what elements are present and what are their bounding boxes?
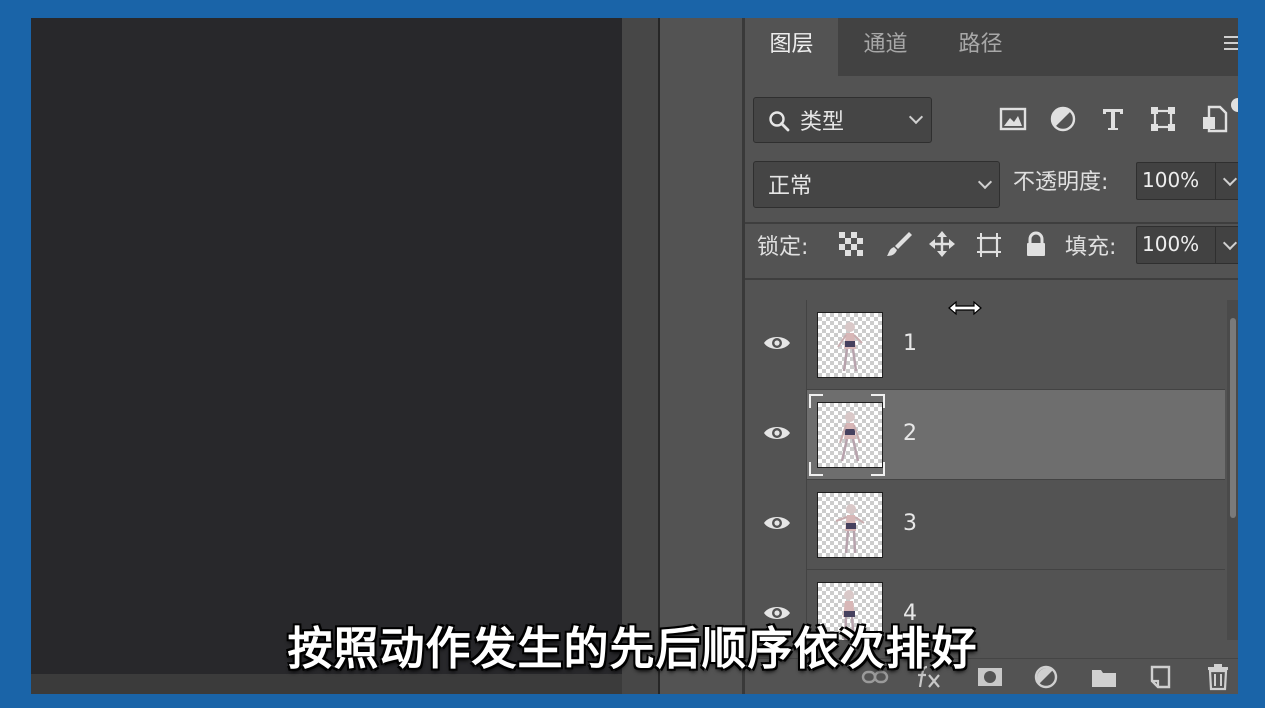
eye-icon	[764, 427, 790, 439]
canvas-pasteboard	[622, 18, 658, 694]
resize-cursor-icon	[948, 300, 982, 316]
lock-position-icon[interactable]	[928, 230, 956, 258]
chevron-down-icon	[908, 109, 924, 125]
layer-row[interactable]: 3	[745, 480, 1225, 570]
layer-thumbnail	[817, 492, 883, 558]
video-subtitle: 按照动作发生的先后顺序依次排好	[287, 622, 978, 675]
fill-field[interactable]: 100%	[1136, 226, 1238, 264]
opacity-label: 不透明度:	[1013, 170, 1109, 195]
panel-tabs: 图层 通道 路径	[745, 18, 1238, 76]
layer-name: 2	[903, 421, 917, 446]
selection-corner	[809, 394, 823, 408]
layer-filter-select[interactable]: 类型	[753, 97, 932, 143]
layer-visibility-toggle[interactable]	[745, 480, 807, 570]
tab-channels[interactable]: 通道	[838, 18, 933, 76]
fill-label: 填充:	[1065, 235, 1117, 260]
eye-icon	[764, 517, 790, 529]
selection-corner	[871, 394, 885, 408]
image-filter-icon[interactable]	[998, 104, 1028, 134]
divider	[745, 222, 1238, 224]
layers-list: 1 2 3 4	[745, 280, 1225, 640]
layer-visibility-toggle[interactable]	[745, 390, 807, 480]
chevron-down-icon[interactable]	[1222, 235, 1238, 251]
layers-panel: 图层 通道 路径 类型 正常 不透明度: 100% 锁定: 填充: 100% 1…	[745, 18, 1238, 694]
filter-toggle-icon[interactable]	[1231, 96, 1238, 126]
layer-row[interactable]: 1	[745, 300, 1225, 390]
blend-mode-select[interactable]: 正常	[753, 161, 1000, 208]
collapsed-panel-dock	[660, 18, 742, 694]
layer-thumbnail	[817, 402, 883, 468]
tab-layers[interactable]: 图层	[745, 18, 838, 76]
layer-body[interactable]: 3	[807, 480, 1225, 570]
type-filter-icon[interactable]	[1098, 104, 1128, 134]
lock-all-icon[interactable]	[1022, 230, 1050, 258]
layer-body[interactable]: 1	[807, 300, 1225, 390]
layer-row-selected[interactable]: 2	[745, 390, 1225, 480]
layer-thumbnail	[817, 312, 883, 378]
lock-transparent-pixels-icon[interactable]	[837, 230, 865, 258]
eye-icon	[764, 337, 790, 349]
lock-artboard-icon[interactable]	[975, 230, 1003, 258]
search-icon	[769, 111, 790, 132]
tab-paths[interactable]: 路径	[933, 18, 1028, 76]
canvas-status-bar	[31, 674, 622, 694]
layer-body[interactable]: 2	[807, 390, 1225, 480]
chevron-down-icon	[977, 174, 993, 190]
smart-object-filter-icon[interactable]	[1200, 104, 1230, 134]
adjustment-filter-icon[interactable]	[1048, 104, 1078, 134]
scrollbar-thumb[interactable]	[1230, 318, 1236, 518]
layer-visibility-toggle[interactable]	[745, 300, 807, 390]
selection-corner	[809, 462, 823, 476]
selection-corner	[871, 462, 885, 476]
layer-name: 1	[903, 331, 917, 356]
layer-filter-label: 类型	[800, 110, 845, 135]
opacity-value: 100%	[1142, 168, 1200, 192]
blend-mode-value: 正常	[768, 174, 813, 199]
document-canvas[interactable]	[31, 18, 622, 674]
opacity-field[interactable]: 100%	[1136, 162, 1238, 200]
chevron-down-icon[interactable]	[1222, 171, 1238, 187]
lock-label: 锁定:	[757, 235, 809, 260]
shape-filter-icon[interactable]	[1148, 104, 1178, 134]
fill-value: 100%	[1142, 232, 1200, 256]
lock-image-pixels-icon[interactable]	[885, 230, 913, 258]
app-window: 图层 通道 路径 类型 正常 不透明度: 100% 锁定: 填充: 100% 1…	[31, 18, 1238, 694]
layer-name: 3	[903, 511, 917, 536]
panel-menu-icon[interactable]	[1224, 36, 1238, 54]
